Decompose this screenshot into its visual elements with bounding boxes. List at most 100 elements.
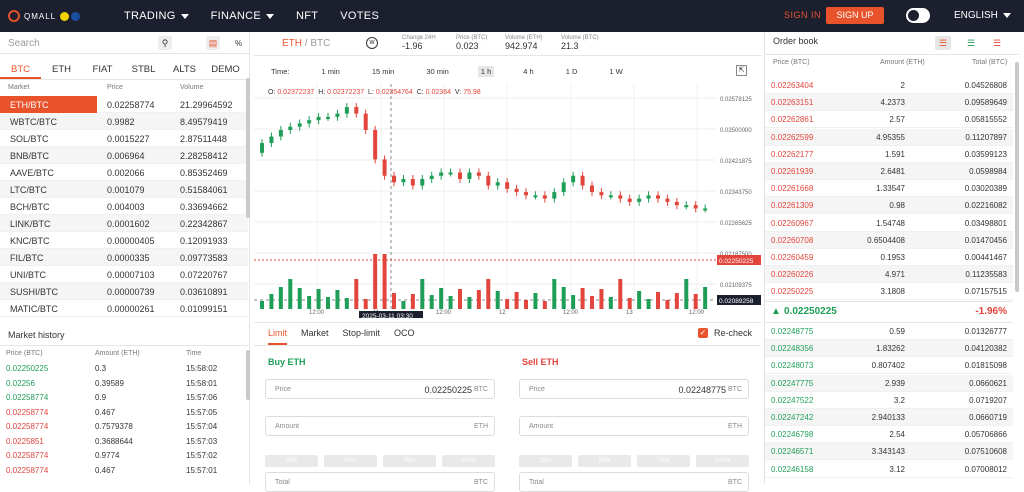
market-search[interactable]: Search ⚲ ▤ %: [0, 32, 250, 54]
buy-amount-field[interactable]: Amount ETH: [265, 416, 495, 436]
recheck-checkbox[interactable]: ✓ Re-check: [698, 328, 752, 338]
book-bids-icon[interactable]: ☰: [963, 36, 979, 50]
history-row: 0.02258774 0.467 15:57:05: [0, 406, 248, 419]
nav-finance[interactable]: FINANCE: [211, 10, 274, 22]
market-row[interactable]: AAVE/BTC 0.002066 0.85352469: [0, 164, 248, 181]
timeframe-4[interactable]: 1 h: [477, 66, 495, 77]
sign-in-link[interactable]: SIGN IN: [784, 10, 821, 20]
sell-pct-button[interactable]: 50%: [578, 455, 631, 467]
orderbook-row[interactable]: 0.02260967 1.54748 0.03498801: [765, 215, 1013, 232]
market-row[interactable]: MATIC/BTC 0.00000261 0.01099151: [0, 300, 248, 317]
sell-pct-button[interactable]: 75%: [637, 455, 690, 467]
sign-up-button[interactable]: SIGN UP: [826, 7, 884, 24]
market-price: 0.0001602: [107, 219, 150, 229]
book-both-icon[interactable]: ☰: [935, 36, 951, 50]
tab-btc[interactable]: BTC: [0, 58, 41, 79]
order-tab-0[interactable]: Limit: [268, 328, 288, 345]
market-row[interactable]: BCH/BTC 0.004003 0.33694662: [0, 198, 248, 215]
sell-price-field[interactable]: Price 0.02248775 BTC: [519, 379, 749, 399]
orderbook-row[interactable]: 0.02246571 3.343143 0.07510608: [765, 443, 1013, 461]
tab-eth[interactable]: ETH: [41, 58, 82, 79]
scrollbar[interactable]: [1015, 62, 1019, 292]
order-tab-1[interactable]: Market: [301, 328, 329, 345]
tab-alts[interactable]: ALTS: [164, 58, 205, 79]
market-row[interactable]: LTC/BTC 0.001079 0.51584061: [0, 181, 248, 198]
nav-votes[interactable]: VOTES: [340, 10, 379, 22]
buy-pct-button[interactable]: 100%: [442, 455, 495, 467]
sell-pct-button[interactable]: 100%: [696, 455, 749, 467]
orderbook-row[interactable]: 0.02248073 0.807402 0.01815098: [765, 357, 1013, 375]
theme-toggle[interactable]: [906, 8, 930, 23]
market-row[interactable]: KNC/BTC 0.00000405 0.12091933: [0, 232, 248, 249]
order-tab-2[interactable]: Stop-limit: [343, 328, 381, 345]
orderbook-row[interactable]: 0.02263151 4.2373 0.09589649: [765, 94, 1013, 112]
buy-pct-button[interactable]: 75%: [383, 455, 436, 467]
tab-stbl[interactable]: STBL: [123, 58, 164, 79]
orderbook-row[interactable]: 0.02248775 0.59 0.01326777: [765, 323, 1013, 340]
timeframe-1[interactable]: 1 min: [318, 66, 342, 77]
scrollbar[interactable]: [246, 350, 250, 400]
ob-amount: 2.940133: [871, 413, 905, 422]
buy-total-field[interactable]: Total BTC: [265, 472, 495, 492]
market-price: 0.004003: [107, 202, 145, 212]
timeframe-3[interactable]: 30 min: [423, 66, 452, 77]
percent-toggle[interactable]: %: [235, 39, 242, 48]
orderbook-row[interactable]: 0.02247242 2.940133 0.0660719: [765, 409, 1013, 426]
timeframe-6[interactable]: 1 D: [563, 66, 581, 77]
orderbook-row[interactable]: 0.02260226 4.971 0.11235583: [765, 266, 1013, 284]
orderbook-row[interactable]: 0.02247522 3.2 0.0719207: [765, 392, 1013, 409]
orderbook-row[interactable]: 0.02246158 3.12 0.07008012: [765, 461, 1013, 478]
market-row[interactable]: BNB/BTC 0.006964 2.28258412: [0, 147, 248, 164]
orderbook-row[interactable]: 0.02248356 1.83262 0.04120382: [765, 340, 1013, 358]
candle: [674, 201, 679, 206]
scrollbar[interactable]: [246, 78, 250, 218]
orderbook-row[interactable]: 0.02263404 2 0.04526808: [765, 77, 1013, 94]
history-amount: 0.9: [95, 393, 107, 402]
timeframe-7[interactable]: 1 W: [606, 66, 625, 77]
market-row[interactable]: FIL/BTC 0.0000335 0.09773583: [0, 249, 248, 266]
tab-fiat[interactable]: FIAT: [82, 58, 123, 79]
orderbook-row[interactable]: 0.02262599 4.95355 0.11207897: [765, 128, 1013, 146]
market-row[interactable]: SUSHI/BTC 0.00000739 0.03610891: [0, 283, 248, 300]
orderbook-row[interactable]: 0.02262177 1.591 0.03599123: [765, 146, 1013, 163]
logo[interactable]: QMALL: [8, 10, 98, 22]
nav-nft[interactable]: NFT: [296, 10, 318, 22]
search-input[interactable]: Search: [8, 38, 40, 49]
timeframe-5[interactable]: 4 h: [520, 66, 536, 77]
market-row[interactable]: WBTC/BTC 0.9982 8.49579419: [0, 113, 248, 130]
market-price: 0.00007103: [107, 270, 155, 280]
timeframe-2[interactable]: 15 min: [369, 66, 398, 77]
ticker-volume-btc: Volume (BTC) 21.3: [561, 35, 599, 51]
sell-total-field[interactable]: Total BTC: [519, 472, 749, 492]
orderbook-row[interactable]: 0.02261939 2.6481 0.0598984: [765, 163, 1013, 180]
language-select[interactable]: ENGLISH: [954, 10, 1011, 21]
volume-bar: [476, 290, 481, 309]
book-asks-icon[interactable]: ☰: [989, 36, 1005, 50]
candle: [448, 172, 453, 175]
price-chart[interactable]: 0.02578125 0.02500000 0.02421875 0.02343750…: [254, 84, 761, 321]
orderbook-row[interactable]: 0.02260708 0.6504408 0.01470456: [765, 231, 1013, 249]
buy-pct-button[interactable]: 50%: [324, 455, 377, 467]
market-row[interactable]: UNI/BTC 0.00007103 0.07220767: [0, 266, 248, 283]
search-icon[interactable]: ⚲: [158, 36, 172, 50]
sell-pct-button[interactable]: 25%: [519, 455, 572, 467]
tab-demo[interactable]: DEMO: [205, 58, 246, 79]
market-row[interactable]: SOL/BTC 0.0015227 2.87511448: [0, 130, 248, 147]
order-tab-3[interactable]: OCO: [394, 328, 415, 345]
buy-price-field[interactable]: Price 0.02250225 BTC: [265, 379, 495, 399]
candle: [580, 175, 585, 186]
sell-amount-field[interactable]: Amount ETH: [519, 416, 749, 436]
market-row[interactable]: ETH/BTC 0.02258774 21.29964592: [0, 96, 248, 113]
orderbook-row[interactable]: 0.02261668 1.33547 0.03020389: [765, 180, 1013, 198]
market-row[interactable]: LINK/BTC 0.0001602 0.22342867: [0, 215, 248, 232]
orderbook-row[interactable]: 0.02262861 2.57 0.05815552: [765, 111, 1013, 129]
buy-pct-button[interactable]: 25%: [265, 455, 318, 467]
nav-trading[interactable]: TRADING: [124, 10, 189, 22]
orderbook-row[interactable]: 0.02246798 2.54 0.05706866: [765, 426, 1013, 444]
chart-filter-icon[interactable]: ▤: [206, 36, 220, 50]
fullscreen-icon[interactable]: ⇱: [736, 65, 747, 76]
orderbook-row[interactable]: 0.02250225 3.1808 0.07157515: [765, 283, 1013, 301]
orderbook-row[interactable]: 0.02247775 2.939 0.0660621: [765, 374, 1013, 392]
orderbook-row[interactable]: 0.02261309 0.98 0.02216082: [765, 197, 1013, 215]
orderbook-row[interactable]: 0.02260459 0.1953 0.00441467: [765, 249, 1013, 266]
